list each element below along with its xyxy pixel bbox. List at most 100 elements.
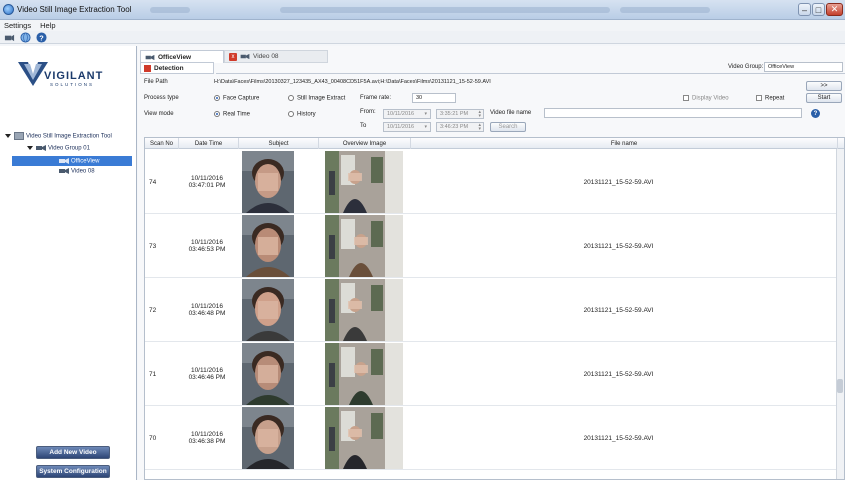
menu-bar: Settings Help: [0, 20, 845, 31]
process-type-label: Process type: [144, 95, 179, 101]
table-row[interactable]: 70 10/11/2016 03:46:38 PM 20131121_15-52…: [145, 406, 838, 470]
tree-officeview-label: OfficeView: [71, 158, 100, 165]
tab-video08[interactable]: x Video 08: [224, 50, 328, 63]
chevron-down-icon[interactable]: ▾: [424, 124, 427, 130]
date-text: 10/11/2016: [190, 175, 224, 182]
date-time-cell: 10/11/2016 03:46:46 PM: [181, 342, 233, 406]
col-overview-image[interactable]: Overview Image: [319, 138, 411, 149]
tree-root[interactable]: Video Still Image Extraction Tool: [5, 132, 112, 140]
results-grid: Scan No Date Time Subject Overview Image…: [144, 137, 845, 480]
time-text: 03:46:48 PM: [188, 310, 226, 317]
sidebar: VIGILANT SOLUTIONS Video Still Image Ext…: [0, 46, 137, 480]
date-text: 10/11/2016: [190, 431, 224, 438]
time-text: 03:46:53 PM: [188, 246, 226, 253]
camera-icon: [59, 158, 69, 164]
chevron-down-icon[interactable]: ▾: [424, 111, 427, 117]
date-time-stack: 10/11/2016 03:46:38 PM: [189, 431, 226, 445]
vertical-scrollbar[interactable]: [836, 149, 844, 479]
to-date-picker[interactable]: 10/11/2016 ▾: [383, 122, 431, 132]
overview-thumbnail[interactable]: [325, 343, 403, 405]
overview-thumbnail[interactable]: [325, 407, 403, 469]
from-date-picker[interactable]: 10/11/2016 ▾: [383, 109, 431, 119]
maximize-button[interactable]: □: [812, 3, 825, 16]
close-icon[interactable]: x: [229, 52, 237, 61]
date-time-stack: 10/11/2016 03:46:53 PM: [189, 239, 226, 253]
tree-item-video08[interactable]: Video 08: [59, 167, 95, 175]
add-new-video-button[interactable]: Add New Video: [36, 446, 110, 459]
overview-thumbnail[interactable]: [325, 279, 403, 341]
expand-icon[interactable]: [5, 134, 11, 138]
repeat-checkbox[interactable]: Repeat: [756, 95, 784, 102]
from-time-value: 3:35:21 PM: [440, 111, 469, 117]
subject-thumbnail[interactable]: [242, 215, 294, 277]
real-time-radio[interactable]: Real Time: [214, 111, 250, 118]
scrollbar-thumb[interactable]: [837, 379, 843, 393]
date-time-cell: 10/11/2016 03:46:48 PM: [181, 278, 233, 342]
titlebar-blur: [150, 7, 190, 13]
minimize-button[interactable]: –: [798, 3, 811, 16]
subject-thumbnail[interactable]: [242, 407, 294, 469]
video-group-label: Video Group:: [728, 64, 764, 70]
scan-no-cell: 73: [149, 242, 157, 250]
history-radio[interactable]: History: [288, 111, 316, 118]
to-date-value: 10/11/2016: [387, 124, 415, 130]
subject-thumbnail[interactable]: [242, 279, 294, 341]
radio-selected-icon: [214, 95, 220, 101]
start-button[interactable]: Start: [806, 93, 842, 103]
logo-sub: SOLUTIONS: [50, 82, 95, 87]
subject-thumbnail[interactable]: [242, 343, 294, 405]
close-button[interactable]: ✕: [826, 3, 843, 16]
col-file-name[interactable]: File name: [411, 138, 838, 149]
camera-icon: [36, 145, 46, 151]
time-text: 03:47:01 PM: [188, 182, 226, 189]
next-button[interactable]: >>: [806, 81, 842, 91]
globe-icon[interactable]: [20, 32, 31, 43]
display-video-checkbox[interactable]: Display Video: [683, 95, 729, 102]
video-group-select[interactable]: OfficeView: [764, 62, 843, 72]
col-scan-no[interactable]: Scan No: [145, 138, 179, 149]
menu-help[interactable]: Help: [36, 20, 58, 30]
camera-icon[interactable]: [4, 32, 15, 43]
frame-rate-input[interactable]: 30: [412, 93, 456, 103]
tree-item-officeview[interactable]: OfficeView: [12, 156, 132, 166]
search-button[interactable]: Search: [490, 122, 526, 132]
file-name-cell: 20131121_15-52-59.AVI: [583, 178, 654, 186]
radio-icon: [288, 95, 294, 101]
file-name-cell: 20131121_15-52-59.AVI: [583, 370, 654, 378]
camera-icon: [145, 54, 155, 60]
table-row[interactable]: 71 10/11/2016 03:46:46 PM 20131121_15-52…: [145, 342, 838, 406]
time-text: 03:46:38 PM: [188, 438, 226, 445]
overview-thumbnail[interactable]: [325, 215, 403, 277]
table-row[interactable]: 74 10/11/2016 03:47:01 PM 20131121_15-52…: [145, 150, 838, 214]
face-capture-radio[interactable]: Face Capture: [214, 95, 259, 102]
logo-brand: VIGILANT: [44, 70, 104, 82]
spinner-icon[interactable]: ▴ ▾: [478, 123, 481, 132]
tree-group[interactable]: Video Group 01: [27, 144, 90, 152]
table-row[interactable]: 72 10/11/2016 03:46:48 PM 20131121_15-52…: [145, 278, 838, 342]
tab-detection[interactable]: Detection: [140, 62, 214, 74]
frame-rate-label: Frame rate:: [360, 95, 392, 101]
col-date-time[interactable]: Date Time: [179, 138, 239, 149]
overview-thumbnail[interactable]: [325, 151, 403, 213]
expand-icon[interactable]: [27, 146, 33, 150]
date-time-stack: 10/11/2016 03:46:48 PM: [189, 303, 226, 317]
menu-settings[interactable]: Settings: [0, 20, 34, 30]
help-icon[interactable]: ?: [811, 109, 820, 118]
frame-rate-value: 30: [416, 95, 423, 101]
subject-thumbnail[interactable]: [242, 151, 294, 213]
from-time-picker[interactable]: 3:35:21 PM ▴ ▾: [436, 109, 484, 119]
to-time-picker[interactable]: 3:46:23 PM ▴ ▾: [436, 122, 484, 132]
col-subject[interactable]: Subject: [239, 138, 319, 149]
video-file-name-label: Video file name: [490, 110, 532, 116]
video-file-name-input[interactable]: [544, 108, 802, 118]
display-video-label: Display Video: [692, 95, 729, 102]
grid-header: Scan No Date Time Subject Overview Image…: [145, 138, 844, 149]
title-bar: Video Still Image Extraction Tool – □ ✕: [0, 0, 845, 20]
app-icon: [3, 4, 14, 15]
table-row[interactable]: 73 10/11/2016 03:46:53 PM 20131121_15-52…: [145, 214, 838, 278]
still-image-radio[interactable]: Still Image Extract: [288, 95, 345, 102]
system-configuration-button[interactable]: System Configuration: [36, 465, 110, 478]
help-icon[interactable]: ?: [36, 32, 47, 43]
spinner-icon[interactable]: ▴ ▾: [478, 110, 481, 119]
time-text: 03:46:46 PM: [188, 374, 226, 381]
